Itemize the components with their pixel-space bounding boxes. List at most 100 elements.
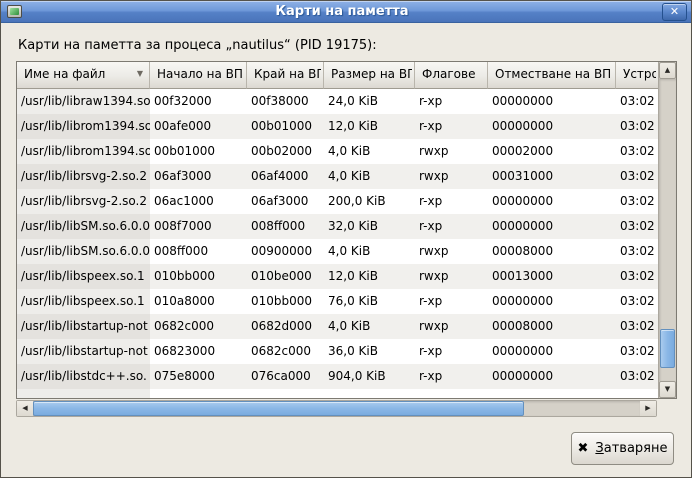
table-cell: 4,0 KiB	[324, 239, 415, 264]
table-cell: 03:02	[616, 114, 658, 139]
scroll-left-button[interactable]: ◀	[17, 401, 33, 416]
close-button-label: Затваряне	[595, 441, 667, 456]
scroll-up-icon: ▲	[665, 67, 670, 74]
horizontal-scrollbar-thumb[interactable]	[33, 401, 524, 416]
table-row[interactable]: /usr/lib/libspeex.so.1010bb000010be00012…	[17, 264, 658, 289]
table-cell: 12,0 KiB	[324, 114, 415, 139]
window-close-icon: ✕	[670, 5, 679, 18]
column-header-label: Край на ВП	[254, 67, 321, 81]
table-cell: r-xp	[415, 89, 488, 114]
horizontal-scrollbar-track[interactable]	[33, 401, 640, 416]
table-cell: 03:02	[616, 314, 658, 339]
close-button-icon: ✖	[578, 441, 589, 456]
table-cell: 0682c000	[247, 339, 324, 364]
table-cell: 4,0 KiB	[324, 314, 415, 339]
table-row[interactable]: /usr/lib/libSM.so.6.0.0008ff000009000004…	[17, 239, 658, 264]
memory-maps-dialog: Карти на паметта ✕ Карти на паметта за п…	[0, 0, 692, 478]
table-row[interactable]: /usr/lib/librsvg-2.so.206af300006af40004…	[17, 164, 658, 189]
table-cell: r-xp	[415, 289, 488, 314]
table-cell: 0682c000	[150, 314, 247, 339]
column-header-2[interactable]: Край на ВП	[247, 62, 324, 89]
table-row[interactable]: /usr/lib/librom1394.so00b0100000b020004,…	[17, 139, 658, 164]
table-cell	[17, 389, 150, 398]
scroll-right-button[interactable]: ▶	[640, 401, 656, 416]
column-header-label: Флагове	[422, 67, 485, 81]
table-cell: 00f32000	[150, 89, 247, 114]
column-header-label: Размер на ВП	[331, 67, 412, 81]
column-header-4[interactable]: Флагове	[415, 62, 488, 89]
table-cell: 06af3000	[150, 164, 247, 189]
table-cell: /usr/lib/libSM.so.6.0.0	[17, 239, 150, 264]
column-header-label: Начало на ВП	[157, 67, 244, 81]
sort-indicator-icon: ▼	[137, 69, 143, 78]
table-header: Име на файл▼ Начало на ВП Край на ВП Размер…	[17, 62, 658, 89]
table-row[interactable]: /usr/lib/libstartup-not0682c0000682d0004…	[17, 314, 658, 339]
table-cell: 00008000	[488, 239, 616, 264]
table-cell: 010be000	[247, 264, 324, 289]
table-cell: /usr/lib/libspeex.so.1	[17, 264, 150, 289]
table-cell: 03:02	[616, 239, 658, 264]
window-close-button[interactable]: ✕	[662, 3, 687, 21]
table-scroll-area: Име на файл▼ Начало на ВП Край на ВП Размер…	[17, 62, 658, 398]
table-cell: r-xp	[415, 214, 488, 239]
table-row[interactable]: /usr/lib/libstdc++.so.075e8000076ca00090…	[17, 364, 658, 389]
table-cell: 00002000	[488, 139, 616, 164]
table-cell: 12,0 KiB	[324, 264, 415, 289]
table-cell: 075e8000	[150, 364, 247, 389]
table-cell: 00b01000	[150, 139, 247, 164]
scroll-down-icon: ▼	[665, 386, 670, 393]
table-cell: 06af3000	[247, 189, 324, 214]
vertical-scrollbar-track[interactable]	[659, 79, 676, 381]
table-cell: 03:02	[616, 339, 658, 364]
table-row-partial	[17, 389, 658, 398]
column-header-5[interactable]: Отместване на ВП	[488, 62, 616, 89]
window-title: Карти на паметта	[22, 1, 662, 22]
column-header-3[interactable]: Размер на ВП	[324, 62, 415, 89]
table-cell: /usr/lib/libspeex.so.1	[17, 289, 150, 314]
table-cell: 00000000	[488, 289, 616, 314]
dialog-description: Карти на паметта за процеса „nautilus“ (…	[18, 38, 377, 53]
table-cell: 00000000	[488, 364, 616, 389]
table-cell: r-xp	[415, 189, 488, 214]
scroll-right-icon: ▶	[645, 405, 650, 412]
table-cell: 00000000	[488, 214, 616, 239]
table-cell: 03:02	[616, 364, 658, 389]
table-cell: 00000000	[488, 89, 616, 114]
titlebar[interactable]: Карти на паметта ✕	[1, 1, 691, 23]
table-row[interactable]: /usr/lib/libstartup-not068230000682c0003…	[17, 339, 658, 364]
table-cell: /usr/lib/libSM.so.6.0.0	[17, 214, 150, 239]
table-cell: 00900000	[247, 239, 324, 264]
close-dialog-button[interactable]: ✖ Затваряне	[571, 432, 674, 465]
table-cell: 076ca000	[247, 364, 324, 389]
table-cell: 00008000	[488, 314, 616, 339]
table-cell: r-xp	[415, 114, 488, 139]
column-header-0[interactable]: Име на файл▼	[17, 62, 150, 89]
system-monitor-icon	[7, 5, 22, 18]
table-cell: 76,0 KiB	[324, 289, 415, 314]
table-row[interactable]: /usr/lib/librsvg-2.so.206ac100006af30002…	[17, 189, 658, 214]
table-cell: 24,0 KiB	[324, 89, 415, 114]
vertical-scrollbar-thumb[interactable]	[660, 329, 675, 368]
column-header-1[interactable]: Начало на ВП	[150, 62, 247, 89]
table-cell: /usr/lib/librom1394.so	[17, 114, 150, 139]
table-cell: /usr/lib/librom1394.so	[17, 139, 150, 164]
table-cell: 0682d000	[247, 314, 324, 339]
table-row[interactable]: /usr/lib/libraw1394.so00f3200000f3800024…	[17, 89, 658, 114]
memory-maps-table: Име на файл▼ Начало на ВП Край на ВП Размер…	[16, 61, 677, 399]
table-cell: r-xp	[415, 364, 488, 389]
column-header-6[interactable]: Устройство	[616, 62, 658, 89]
table-cell: /usr/lib/librsvg-2.so.2	[17, 189, 150, 214]
table-row[interactable]: /usr/lib/librom1394.so00afe00000b0100012…	[17, 114, 658, 139]
table-cell: rwxp	[415, 314, 488, 339]
scroll-up-button[interactable]: ▲	[659, 62, 676, 79]
table-row[interactable]: /usr/lib/libspeex.so.1010a8000010bb00076…	[17, 289, 658, 314]
horizontal-scrollbar[interactable]: ◀ ▶	[16, 400, 657, 417]
table-cell: 010bb000	[150, 264, 247, 289]
table-cell: rwxp	[415, 264, 488, 289]
table-cell: /usr/lib/libstartup-not	[17, 339, 150, 364]
table-row[interactable]: /usr/lib/libSM.so.6.0.0008f7000008ff0003…	[17, 214, 658, 239]
table-cell: 03:02	[616, 89, 658, 114]
vertical-scrollbar[interactable]: ▲ ▼	[658, 62, 676, 398]
scroll-down-button[interactable]: ▼	[659, 381, 676, 398]
table-cell: 03:02	[616, 189, 658, 214]
